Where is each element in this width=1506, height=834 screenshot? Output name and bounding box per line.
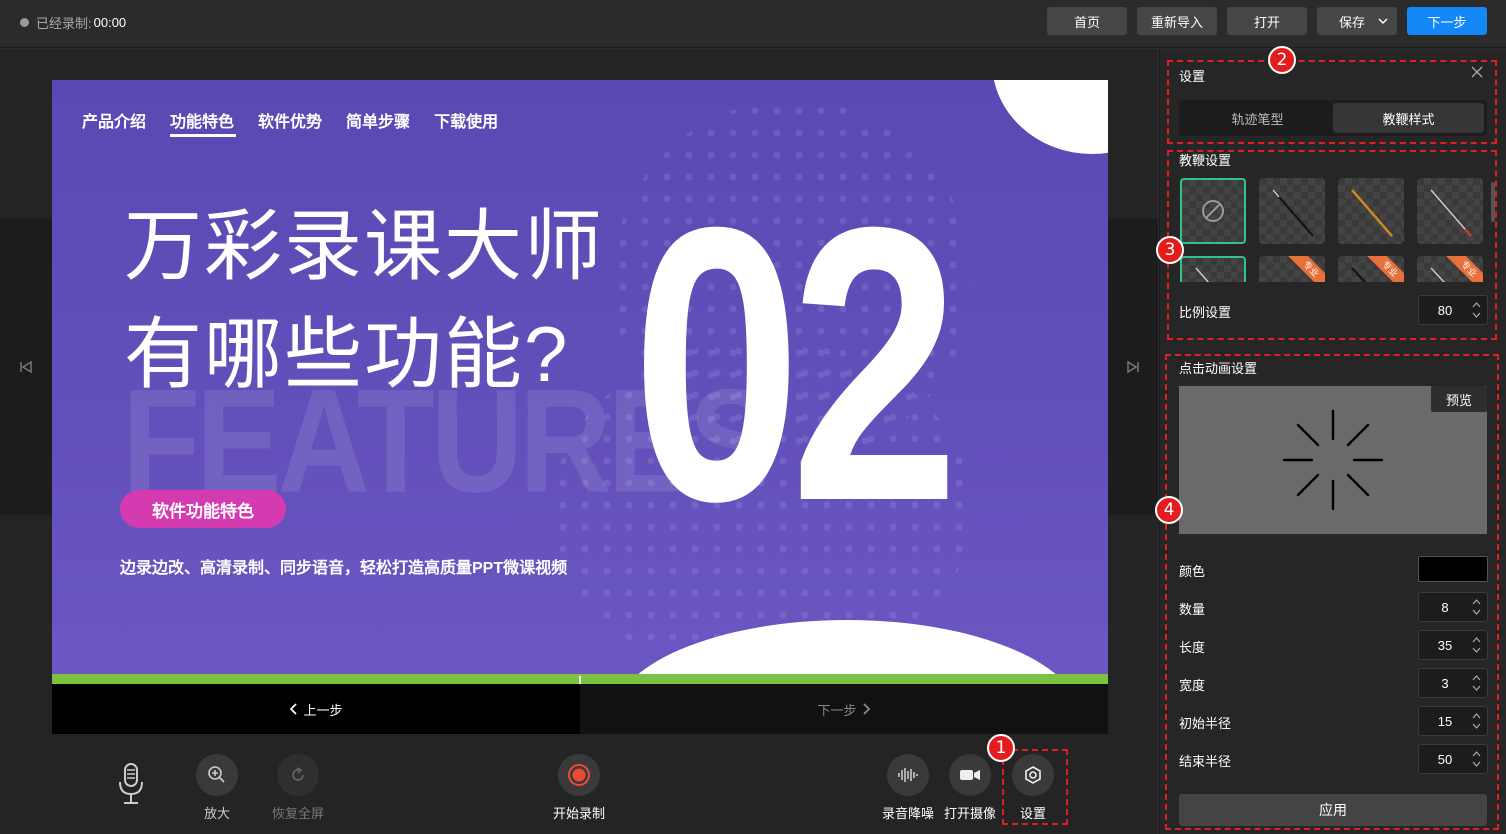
recording-label: 已经录制: [36,15,92,31]
restore-fullscreen-button[interactable]: 恢复全屏 [272,754,324,822]
skip-back-icon[interactable] [18,359,34,375]
prev-step-label: 上一步 [303,702,343,718]
chevron-left-icon [290,703,298,715]
annotation-box-4 [1165,354,1499,830]
slide-preview: 产品介绍 功能特色 软件优势 简单步骤 下载使用 FEATURES 万彩录课大师… [52,80,1108,674]
zoom-in-button[interactable]: 放大 [196,754,238,822]
next-step-control[interactable]: 下一步 [580,684,1108,734]
save-button-label: 保存 [1338,14,1365,30]
reimport-button[interactable]: 重新导入 [1137,7,1217,35]
slide-nav-item-active: 功能特色 [170,108,237,137]
annotation-box-3 [1167,150,1497,340]
waveform-icon [887,754,929,796]
chevron-down-icon[interactable] [1378,16,1388,26]
prev-slide-area[interactable] [0,219,52,515]
open-camera-button[interactable]: 打开摄像 [944,754,996,822]
start-recording-button[interactable]: 开始录制 [553,754,605,822]
next-step-button[interactable]: 下一步 [1407,7,1487,35]
open-button[interactable]: 打开 [1227,7,1307,35]
slide-title-line2: 有哪些功能? [124,310,570,398]
zoom-in-icon [196,754,238,796]
slide-subtitle: 边录边改、高清录制、同步语音，轻松打造高质量PPT微课视频 [120,560,568,577]
restore-icon [277,754,319,796]
progress-marker [579,676,581,684]
start-recording-label: 开始录制 [553,806,606,821]
open-camera-label: 打开摄像 [944,806,997,821]
slide-nav-item: 简单步骤 [346,114,411,131]
slide-title: 万彩录课大师 有哪些功能? [124,192,664,408]
slide-nav-item: 软件优势 [258,114,323,131]
step-bar: 上一步 下一步 [52,684,1108,734]
annotation-box-2 [1167,60,1497,144]
microphone-icon [119,763,143,804]
annotation-marker-1: 1 [987,734,1015,762]
prev-step-button[interactable]: 上一步 [52,684,580,734]
slide-number: 02 [632,146,959,582]
slide-nav-item: 下载使用 [434,114,499,131]
slide-nav: 产品介绍 功能特色 软件优势 简单步骤 下载使用 [82,108,522,137]
noise-reduction-label: 录音降噪 [882,806,935,821]
slide-badge: 软件功能特色 [120,490,286,528]
noise-reduction-button[interactable]: 录音降噪 [882,754,934,822]
chevron-right-icon [862,703,870,715]
camera-icon [949,754,991,796]
save-button[interactable]: 保存 [1317,7,1397,35]
annotation-box-1 [1002,749,1068,825]
recording-status: 已经录制: 00:00 [20,13,126,31]
home-button[interactable]: 首页 [1047,7,1127,35]
recording-dot-icon [20,17,29,27]
next-step-label: 下一步 [817,702,857,718]
slide-nav-item: 产品介绍 [82,114,147,131]
next-slide-area[interactable] [1108,219,1158,515]
skip-forward-icon[interactable] [1125,359,1141,375]
decor-circle-top [992,80,1108,154]
recording-time: 00:00 [93,14,127,30]
slide-title-line1: 万彩录课大师 [124,202,605,290]
annotation-marker-2: 2 [1268,46,1296,74]
zoom-in-label: 放大 [203,806,230,821]
top-bar: 已经录制: 00:00 首页 重新导入 打开 保存 下一步 [0,0,1506,48]
annotation-marker-4: 4 [1155,496,1183,524]
restore-fullscreen-label: 恢复全屏 [272,806,325,821]
record-icon [558,754,600,796]
annotation-marker-3: 3 [1156,236,1184,264]
microphone-button[interactable] [112,760,150,806]
